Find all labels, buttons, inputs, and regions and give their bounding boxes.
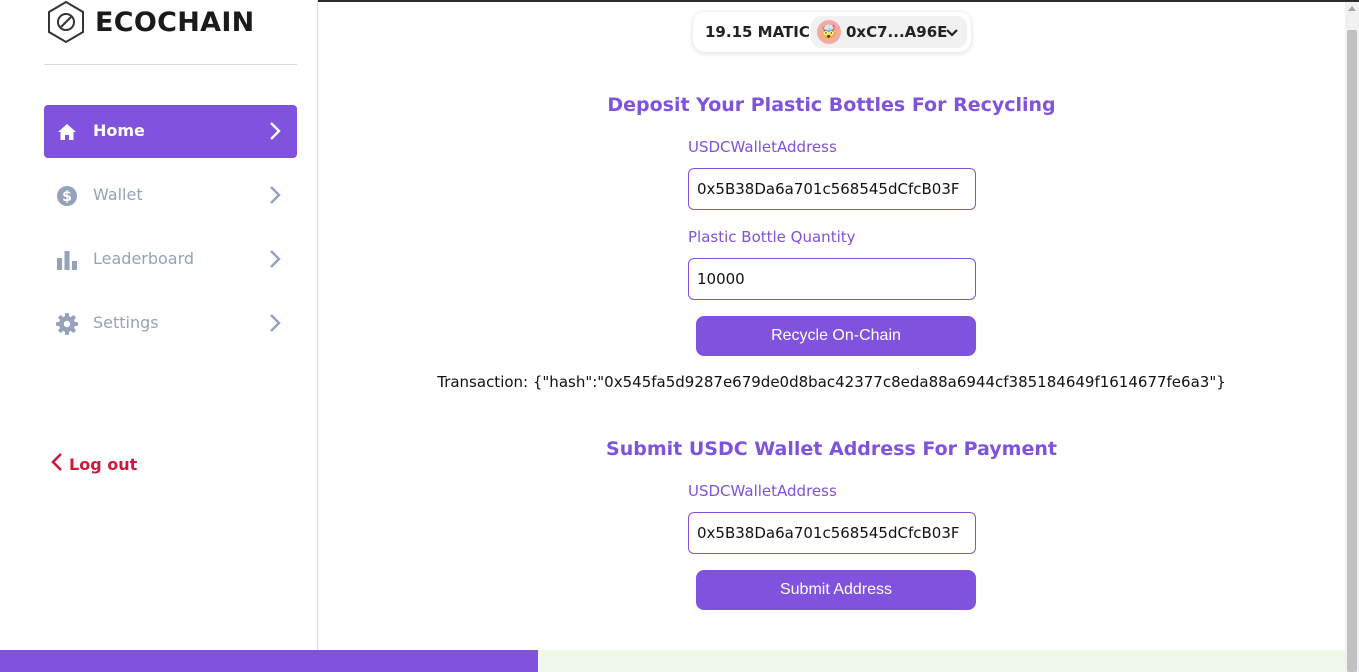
progress-bar-fill [0,650,538,672]
chevron-down-icon [945,25,959,44]
avatar: 🤯 [817,20,841,44]
sidebar-divider [44,64,297,65]
dollar-coin-icon: $ [56,185,78,207]
sidebar-item-settings[interactable]: Settings [44,297,297,350]
wallet-balance: 19.15 MATIC [705,23,810,41]
svg-text:$: $ [62,189,72,205]
deposit-address-input[interactable]: 0x5B38Da6a701c568545dCfcB03F [688,168,976,210]
bottle-quantity-input[interactable]: 10000 [688,258,976,300]
sidebar: ECOCHAIN Home $ Wallet Leaderboard Setti… [0,0,318,672]
recycle-on-chain-button[interactable]: Recycle On-Chain [696,316,976,356]
wallet-connect-widget: 19.15 MATIC 🤯 0xC7...A96E [693,12,971,52]
submit-address-input[interactable]: 0x5B38Da6a701c568545dCfcB03F [688,512,976,554]
deposit-address-label: USDCWalletAddress [688,138,837,156]
sidebar-item-label: Wallet [93,185,143,204]
sidebar-item-label: Home [93,121,145,140]
sidebar-item-leaderboard[interactable]: Leaderboard [44,233,297,286]
gear-icon [56,313,78,335]
ecochain-logo-icon [44,0,88,44]
progress-bar [0,650,1345,672]
account-dropdown-button[interactable]: 🤯 0xC7...A96E [811,16,967,48]
logout-button[interactable]: Log out [50,451,137,477]
scrollbar-thumb[interactable] [1347,30,1357,672]
transaction-result: Transaction: {"hash":"0x545fa5d9287e679d… [437,373,1226,391]
bar-chart-icon [56,249,78,271]
scroll-up-arrow-icon[interactable] [1348,6,1356,11]
sidebar-item-label: Leaderboard [93,249,195,268]
deposit-section-title: Deposit Your Plastic Bottles For Recycli… [607,94,1056,116]
bottle-quantity-label: Plastic Bottle Quantity [688,228,856,246]
brand-name: ECOCHAIN [95,6,255,38]
home-icon [56,121,78,143]
vertical-scrollbar[interactable] [1345,2,1359,672]
submit-section-title: Submit USDC Wallet Address For Payment [606,438,1057,460]
sidebar-item-wallet[interactable]: $ Wallet [44,169,297,222]
sidebar-item-label: Settings [93,313,159,332]
chevron-right-icon [265,248,285,270]
chevron-right-icon [265,120,285,142]
brand-logo[interactable]: ECOCHAIN [44,0,255,44]
logout-label: Log out [69,454,138,474]
sidebar-item-home[interactable]: Home [44,105,297,158]
chevron-right-icon [265,184,285,206]
wallet-address: 0xC7...A96E [846,23,948,41]
chevron-right-icon [265,312,285,334]
submit-address-button[interactable]: Submit Address [696,570,976,610]
chevron-left-icon [50,451,64,477]
submit-address-label: USDCWalletAddress [688,482,837,500]
